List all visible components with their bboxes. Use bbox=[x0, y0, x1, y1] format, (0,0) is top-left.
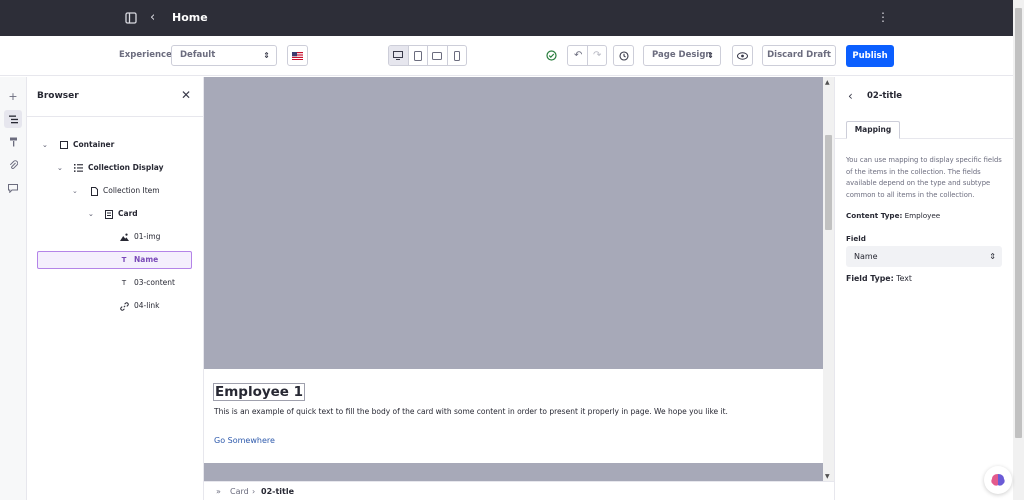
back-icon[interactable]: ‹ bbox=[848, 89, 853, 103]
panel-title: 02-title bbox=[867, 91, 903, 101]
configuration-panel: ‹ 02-title Mapping You can use mapping t… bbox=[834, 77, 1014, 500]
select-arrows-icon: ⇕ bbox=[263, 51, 270, 60]
scrollbar-thumb[interactable] bbox=[1015, 8, 1022, 438]
tab-mapping[interactable]: Mapping bbox=[846, 121, 900, 139]
preview-button[interactable] bbox=[732, 45, 753, 66]
mode-select[interactable]: Page Design ⇕ bbox=[643, 45, 721, 66]
image-icon bbox=[119, 232, 129, 242]
next-card-image-placeholder[interactable] bbox=[204, 463, 823, 481]
chevron-down-icon[interactable]: ⌄ bbox=[57, 162, 63, 174]
device-preview-group bbox=[388, 45, 467, 66]
container-icon bbox=[59, 140, 69, 150]
assistant-brain-icon[interactable] bbox=[984, 466, 1012, 494]
redo-icon[interactable]: ↷ bbox=[593, 46, 601, 65]
page-canvas: Employee 1 This is an example of quick t… bbox=[204, 77, 823, 481]
page-scrollbar[interactable] bbox=[1013, 0, 1024, 500]
content-type-label: Content Type: bbox=[846, 211, 903, 220]
add-fragment-icon[interactable]: + bbox=[4, 87, 22, 105]
undo-redo-group: ↶ ↷ bbox=[567, 45, 607, 66]
history-button[interactable] bbox=[613, 45, 634, 66]
divider bbox=[587, 46, 588, 65]
browser-panel: Browser ✕ bbox=[27, 77, 204, 500]
clock-icon bbox=[618, 51, 629, 61]
field-type-value: Text bbox=[896, 274, 912, 283]
page-title: Home bbox=[172, 11, 208, 24]
card-title[interactable]: Employee 1 bbox=[213, 383, 306, 401]
scroll-up-icon[interactable]: ▲ bbox=[825, 79, 830, 86]
breadcrumb: » Card › 02-title bbox=[204, 481, 834, 500]
language-selector-button[interactable] bbox=[287, 45, 308, 66]
tree-item-label: Name bbox=[134, 255, 159, 264]
content-type-row: Content Type: Employee bbox=[846, 211, 940, 220]
content-type-value: Employee bbox=[904, 211, 941, 220]
chevron-down-icon[interactable]: ⌄ bbox=[42, 139, 48, 151]
mode-select-value: Page Design bbox=[652, 50, 712, 60]
field-label: Field bbox=[846, 234, 866, 243]
breadcrumb-item-card[interactable]: Card bbox=[230, 487, 249, 496]
tree-item-label: 03-content bbox=[134, 278, 175, 287]
paint-roller-icon[interactable] bbox=[4, 133, 22, 151]
tree-item-label: Card bbox=[118, 209, 138, 218]
breadcrumb-current: 02-title bbox=[261, 487, 295, 496]
experience-select[interactable]: Default ⇕ bbox=[171, 45, 277, 66]
close-icon[interactable]: ✕ bbox=[181, 88, 191, 102]
left-icon-rail: + bbox=[0, 77, 27, 500]
tree-item-label: Collection Item bbox=[103, 186, 160, 195]
sidebar-toggle-icon[interactable] bbox=[124, 11, 138, 25]
tablet-landscape-view-button[interactable] bbox=[409, 46, 428, 65]
browser-tree-icon[interactable] bbox=[4, 110, 22, 128]
comments-icon[interactable] bbox=[4, 179, 22, 197]
canvas-scrollbar[interactable]: ▲ ▼ bbox=[823, 77, 834, 481]
back-icon[interactable]: ‹ bbox=[150, 10, 155, 25]
scroll-down-icon[interactable]: ▼ bbox=[825, 473, 830, 480]
discard-draft-button[interactable]: Discard Draft bbox=[762, 45, 836, 66]
text-icon: T bbox=[121, 256, 127, 264]
flag-us-icon bbox=[292, 52, 303, 60]
tree-item-label: 01-img bbox=[134, 232, 161, 241]
chevron-down-icon[interactable]: ⌄ bbox=[88, 208, 94, 220]
field-select[interactable]: Name ⇕ bbox=[846, 246, 1002, 267]
desktop-icon bbox=[393, 51, 404, 60]
mobile-icon bbox=[453, 50, 460, 61]
browser-title: Browser bbox=[37, 91, 79, 101]
chevron-right-icon: › bbox=[252, 487, 256, 496]
app-header: ‹ Home ⋮ bbox=[0, 0, 1013, 36]
tablet-icon bbox=[413, 50, 422, 61]
document-icon bbox=[89, 186, 99, 196]
experience-label: Experience bbox=[119, 50, 172, 60]
eye-icon bbox=[737, 52, 748, 60]
select-arrows-icon: ⇕ bbox=[989, 252, 996, 261]
field-type-row: Field Type: Text bbox=[846, 274, 912, 283]
field-type-label: Field Type: bbox=[846, 274, 894, 283]
tablet-landscape-icon bbox=[432, 51, 443, 60]
paperclip-icon[interactable] bbox=[4, 156, 22, 174]
divider bbox=[27, 116, 204, 117]
text-icon: T bbox=[121, 279, 127, 287]
card-content[interactable]: This is an example of quick text to fill… bbox=[214, 407, 728, 416]
select-arrows-icon: ⇕ bbox=[707, 51, 714, 60]
card-icon bbox=[104, 209, 114, 219]
link-icon bbox=[119, 301, 129, 311]
field-select-value: Name bbox=[854, 252, 878, 261]
card-link[interactable]: Go Somewhere bbox=[214, 436, 275, 445]
undo-icon[interactable]: ↶ bbox=[574, 46, 582, 65]
check-circle-icon bbox=[546, 50, 557, 61]
scrollbar-thumb[interactable] bbox=[825, 135, 832, 230]
publish-button[interactable]: Publish bbox=[846, 45, 894, 67]
tree-item-label: Collection Display bbox=[88, 163, 164, 172]
chevron-down-icon[interactable]: ⌄ bbox=[72, 185, 78, 197]
tree-item-selection bbox=[37, 251, 192, 269]
tablet-portrait-view-button[interactable] bbox=[428, 46, 448, 65]
tree-item-label: Container bbox=[73, 140, 115, 149]
mobile-view-button[interactable] bbox=[448, 46, 467, 65]
tree-item-label: 04-link bbox=[134, 301, 160, 310]
card-image-placeholder[interactable] bbox=[204, 77, 823, 369]
double-chevron-icon: » bbox=[216, 487, 221, 496]
mapping-description: You can use mapping to display specific … bbox=[846, 156, 1002, 199]
list-icon bbox=[73, 163, 83, 173]
kebab-menu-icon[interactable]: ⋮ bbox=[877, 10, 889, 24]
experience-select-value: Default bbox=[180, 50, 216, 60]
desktop-view-button[interactable] bbox=[389, 46, 409, 65]
